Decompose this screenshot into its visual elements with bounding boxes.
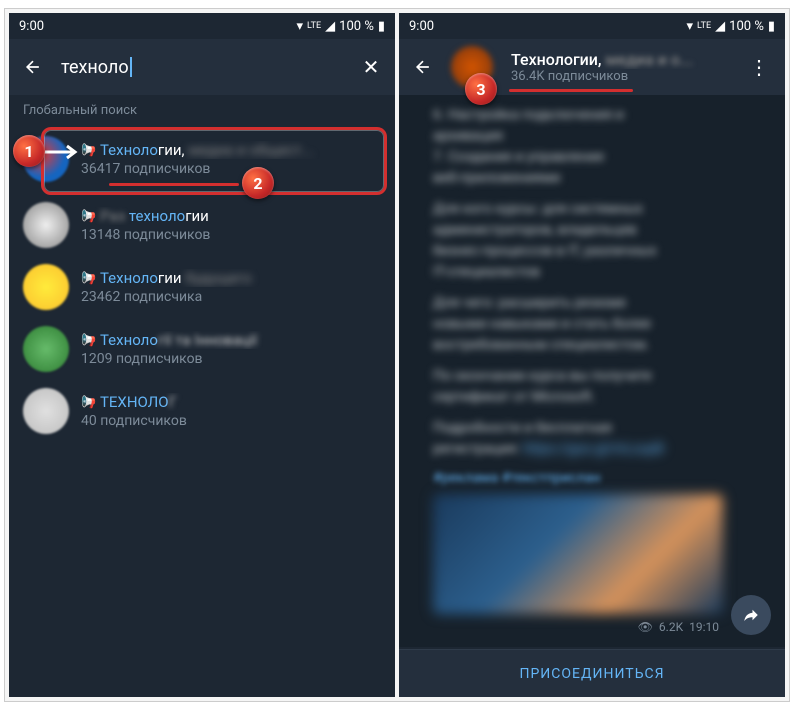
search-result-3[interactable]: 📢 Технологии будущего 23462 подписчика	[9, 256, 395, 318]
result-subscribers: 40 подписчиков	[81, 413, 381, 429]
result-title: 📢 Технологии, медиа и общест...	[81, 141, 381, 159]
share-button[interactable]	[731, 595, 771, 635]
lte-label: LTE	[697, 21, 711, 31]
message-hashtags: #реклама #текстприслан	[433, 470, 769, 486]
more-menu-icon[interactable]: ⋮	[747, 55, 771, 79]
channel-avatar	[23, 264, 69, 310]
channel-avatar	[23, 388, 69, 434]
status-bar: 9:00 ▾ LTE ◢ 100 % ▮	[399, 13, 785, 39]
battery-label: 100 %	[729, 19, 764, 34]
search-input[interactable]: техноло	[61, 57, 129, 78]
message-text: 6. Настройка подключения иархивация7. Со…	[433, 105, 769, 189]
eye-icon: 👁	[638, 620, 653, 634]
result-subscribers: 36417 подписчиков	[81, 161, 381, 177]
channel-avatar[interactable]	[451, 46, 493, 88]
status-time: 9:00	[409, 19, 434, 34]
message-time: 19:10	[689, 620, 719, 634]
view-count: 6.2K	[659, 620, 683, 634]
megaphone-icon: 📢	[81, 333, 96, 347]
channel-header[interactable]: Технологии, медиа и о... 36.4K подписчик…	[399, 39, 785, 95]
result-subscribers: 1209 подписчиков	[81, 351, 381, 367]
channel-title: Технологии, медиа и о...	[511, 50, 729, 69]
search-result-4[interactable]: 📢 Технології та Інновації 1209 подписчик…	[9, 318, 395, 380]
status-icons: ▾ LTE ◢ 100 % ▮	[297, 19, 385, 34]
search-result-2[interactable]: 📢 Раз технологии 13148 подписчиков	[9, 194, 395, 256]
signal-icon: ◢	[325, 19, 335, 34]
search-header: техноло ✕	[9, 39, 395, 95]
message-image[interactable]	[433, 494, 723, 614]
megaphone-icon: 📢	[81, 143, 96, 157]
join-button[interactable]: ПРИСОЕДИНИТЬСЯ	[399, 649, 785, 697]
search-result-5[interactable]: 📢 ТЕХНОЛОГ 40 подписчиков	[9, 380, 395, 442]
text-cursor	[130, 57, 132, 77]
result-title: 📢 Технологии будущего	[81, 269, 381, 287]
status-time: 9:00	[19, 19, 44, 34]
back-arrow-icon[interactable]	[23, 57, 43, 77]
message-text: Для чего: расширить резюменовыми навыкам…	[433, 293, 769, 356]
lte-label: LTE	[307, 21, 321, 31]
chat-body[interactable]: 6. Настройка подключения иархивация7. Со…	[399, 95, 785, 647]
channel-subscribers: 36.4K подписчиков	[511, 69, 729, 84]
battery-label: 100 %	[339, 19, 374, 34]
result-subscribers: 23462 подписчика	[81, 289, 381, 305]
message-text: Для кого курсы: для системныхадминистрат…	[433, 199, 769, 283]
megaphone-icon: 📢	[81, 271, 96, 285]
result-title: 📢 ТЕХНОЛОГ	[81, 393, 381, 411]
megaphone-icon: 📢	[81, 209, 96, 223]
screenshot-right: 9:00 ▾ LTE ◢ 100 % ▮ Технологии, медиа и…	[399, 13, 785, 697]
megaphone-icon: 📢	[81, 395, 96, 409]
message-text: Подробности и бесплатнаярегистрация: htt…	[433, 418, 769, 460]
screenshot-left: 9:00 ▾ LTE ◢ 100 % ▮ техноло ✕ Глобальны…	[9, 13, 395, 697]
back-arrow-icon[interactable]	[413, 57, 433, 77]
wifi-icon: ▾	[687, 19, 694, 34]
channel-avatar	[23, 326, 69, 372]
battery-icon: ▮	[378, 19, 385, 34]
message-meta: 👁 6.2K 19:10	[433, 620, 769, 634]
clear-search-icon[interactable]: ✕	[361, 57, 381, 77]
arrow-icon	[43, 143, 83, 161]
status-icons: ▾ LTE ◢ 100 % ▮	[687, 19, 775, 34]
result-subscribers: 13148 подписчиков	[81, 227, 381, 243]
wifi-icon: ▾	[297, 19, 304, 34]
channel-avatar	[23, 202, 69, 248]
battery-icon: ▮	[768, 19, 775, 34]
signal-icon: ◢	[715, 19, 725, 34]
status-bar: 9:00 ▾ LTE ◢ 100 % ▮	[9, 13, 395, 39]
section-label: Глобальный поиск	[9, 95, 395, 124]
result-title: 📢 Раз технологии	[81, 207, 381, 225]
result-title: 📢 Технології та Інновації	[81, 331, 381, 349]
message-text: По окончании курса вы получитесертификат…	[433, 366, 769, 408]
